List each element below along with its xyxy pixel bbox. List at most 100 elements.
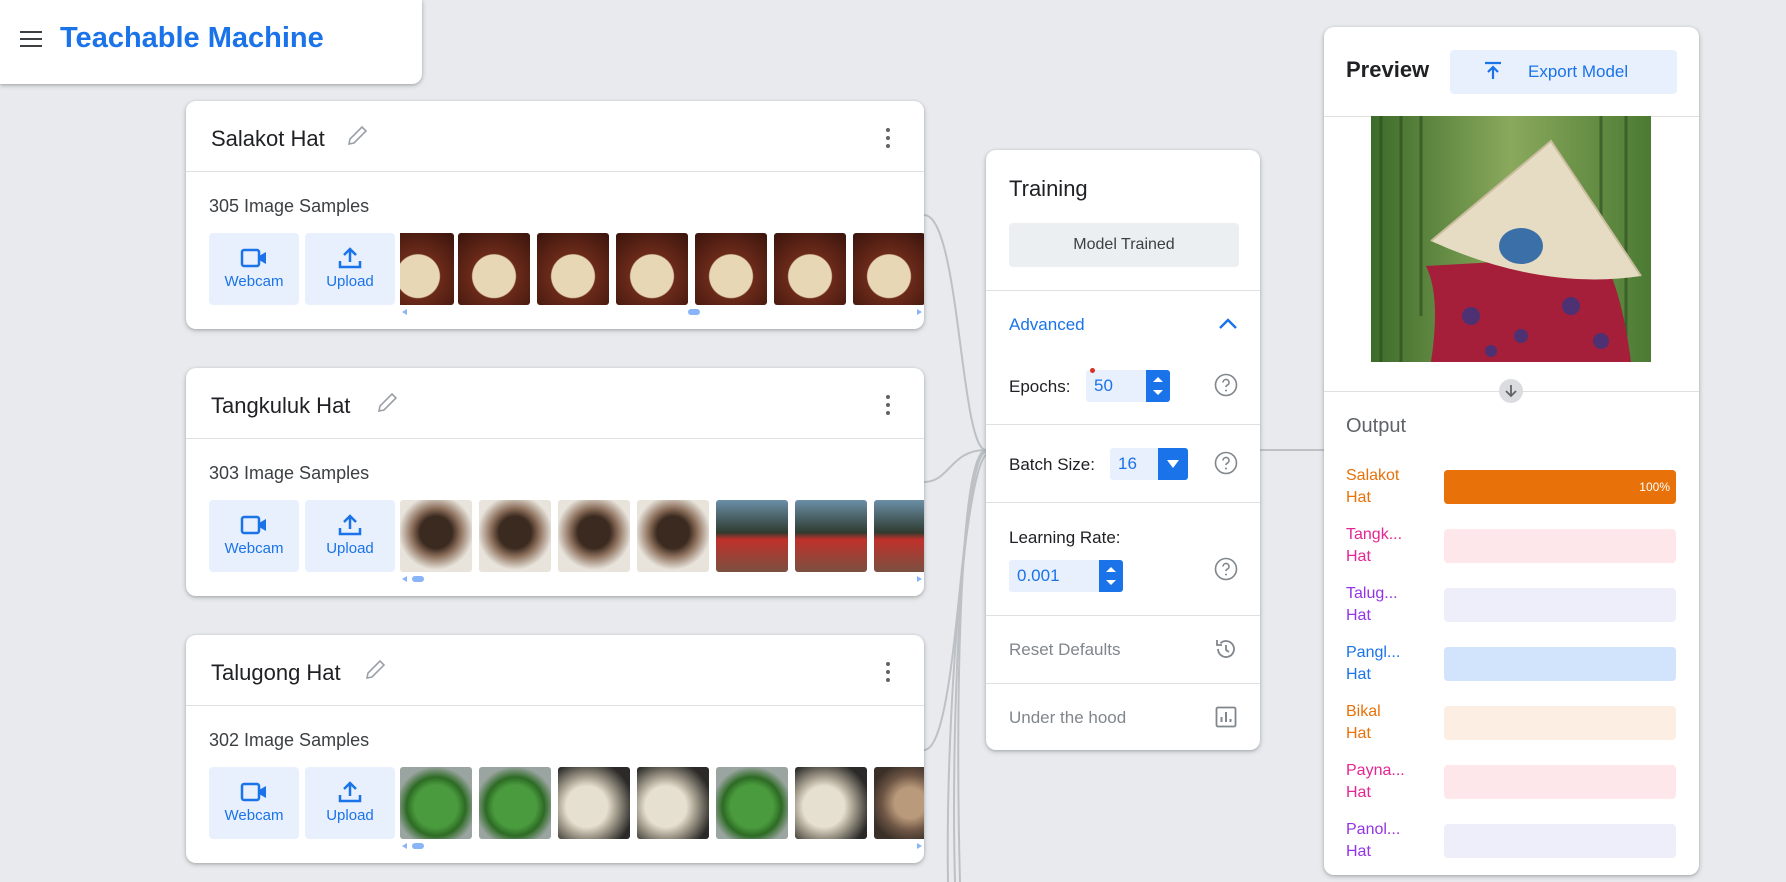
- output-row: Panol... Hat: [1346, 819, 1686, 863]
- sample-thumbnail[interactable]: [874, 500, 924, 572]
- webcam-button[interactable]: Webcam: [209, 767, 299, 839]
- learning-rate-value: 0.001: [1017, 566, 1060, 585]
- sample-thumbnails[interactable]: [400, 233, 924, 305]
- upload-icon: [338, 247, 362, 269]
- training-title: Training: [1009, 176, 1088, 201]
- help-icon[interactable]: [1214, 373, 1238, 397]
- preview-image: [1371, 116, 1651, 362]
- reset-defaults-button[interactable]: Reset Defaults: [1009, 640, 1121, 660]
- advanced-toggle[interactable]: Advanced: [1009, 315, 1085, 335]
- sample-thumbnail[interactable]: [774, 233, 846, 305]
- edit-pencil-icon[interactable]: [346, 123, 370, 147]
- output-row: Pangl... Hat: [1346, 642, 1686, 686]
- help-icon[interactable]: [1214, 451, 1238, 475]
- divider: [986, 424, 1260, 425]
- app-title: Teachable Machine: [60, 22, 324, 54]
- upload-button[interactable]: Upload: [305, 500, 395, 572]
- confidence-bar: [1444, 529, 1676, 563]
- edit-pencil-icon[interactable]: [364, 657, 388, 681]
- sample-thumbnail[interactable]: [400, 500, 472, 572]
- output-row: Tangk... Hat: [1346, 524, 1686, 568]
- thumbnail-scrollbar[interactable]: [402, 308, 922, 316]
- epochs-input[interactable]: 50: [1086, 368, 1170, 402]
- sample-thumbnail[interactable]: [716, 500, 788, 572]
- sample-thumbnail[interactable]: [795, 500, 867, 572]
- train-model-button[interactable]: Model Trained: [1009, 223, 1239, 267]
- sample-thumbnail[interactable]: [853, 233, 924, 305]
- class-card-header: Salakot Hat: [186, 101, 924, 172]
- output-class-name: Payna... Hat: [1346, 762, 1405, 801]
- training-panel: Training Model Trained Advanced Epochs: …: [986, 150, 1260, 750]
- output-class-name: Tangk... Hat: [1346, 526, 1403, 565]
- sample-thumbnail[interactable]: [695, 233, 767, 305]
- more-options-icon[interactable]: [886, 128, 890, 152]
- sample-thumbnail[interactable]: [558, 767, 630, 839]
- learning-rate-stepper[interactable]: [1099, 560, 1123, 592]
- chevron-down-icon[interactable]: [1158, 448, 1188, 480]
- thumbnail-scrollbar[interactable]: [402, 575, 922, 583]
- upload-button[interactable]: Upload: [305, 767, 395, 839]
- chevron-up-icon[interactable]: [1218, 316, 1238, 330]
- confidence-bar: [1444, 824, 1676, 858]
- upload-icon: [338, 514, 362, 536]
- sample-thumbnail[interactable]: [400, 767, 472, 839]
- sample-thumbnail[interactable]: [479, 767, 551, 839]
- sample-thumbnails[interactable]: [400, 767, 924, 839]
- class-name[interactable]: Talugong Hat: [211, 660, 341, 686]
- under-the-hood-button[interactable]: Under the hood: [1009, 708, 1126, 728]
- help-icon[interactable]: [1214, 557, 1238, 581]
- menu-icon[interactable]: [20, 31, 42, 47]
- sample-thumbnail[interactable]: [616, 233, 688, 305]
- export-model-button[interactable]: Export Model: [1450, 50, 1677, 94]
- sample-thumbnail[interactable]: [637, 767, 709, 839]
- export-label: Export Model: [1528, 62, 1629, 81]
- output-class-name: Panol... Hat: [1346, 821, 1401, 860]
- webcam-button[interactable]: Webcam: [209, 500, 299, 572]
- sample-thumbnails[interactable]: [400, 500, 924, 572]
- webcam-icon: [240, 248, 266, 268]
- class-card-salakot: Salakot Hat 305 Image Samples Webcam Upl…: [186, 101, 924, 329]
- webcam-label: Webcam: [224, 540, 284, 557]
- learning-rate-label: Learning Rate:: [1009, 528, 1121, 547]
- sample-count: 305 Image Samples: [209, 196, 370, 216]
- sample-thumbnail[interactable]: [558, 500, 630, 572]
- epochs-stepper[interactable]: [1146, 370, 1170, 402]
- output-title: Output: [1346, 415, 1407, 437]
- sample-thumbnail[interactable]: [537, 233, 609, 305]
- confidence-bar: [1444, 588, 1676, 622]
- thumbnail-scrollbar[interactable]: [402, 842, 922, 850]
- more-options-icon[interactable]: [886, 395, 890, 419]
- history-icon[interactable]: [1214, 637, 1238, 661]
- preview-panel: Preview Export Model Output Salakot Hat 10…: [1324, 27, 1699, 875]
- upload-button[interactable]: Upload: [305, 233, 395, 305]
- sample-count: 303 Image Samples: [209, 463, 370, 483]
- sample-thumbnail[interactable]: [637, 500, 709, 572]
- sample-thumbnail[interactable]: [874, 767, 924, 839]
- confidence-percent: 100%: [1639, 480, 1670, 494]
- output-row: Salakot Hat 100%: [1346, 465, 1686, 509]
- sample-thumbnail[interactable]: [795, 767, 867, 839]
- output-class-name: Pangl... Hat: [1346, 644, 1401, 683]
- sample-thumbnail[interactable]: [458, 233, 530, 305]
- webcam-icon: [240, 782, 266, 802]
- class-card-tangkuluk: Tangkuluk Hat 303 Image Samples Webcam U…: [186, 368, 924, 596]
- webcam-icon: [240, 515, 266, 535]
- batch-size-select[interactable]: 16: [1110, 448, 1188, 480]
- bar-chart-icon[interactable]: [1214, 705, 1238, 729]
- upload-icon: [338, 781, 362, 803]
- edit-pencil-icon[interactable]: [376, 390, 400, 414]
- changed-indicator: [1090, 368, 1095, 373]
- sample-count: 302 Image Samples: [209, 730, 370, 750]
- learning-rate-input[interactable]: 0.001: [1009, 560, 1123, 592]
- more-options-icon[interactable]: [886, 662, 890, 686]
- webcam-label: Webcam: [224, 807, 284, 824]
- class-name[interactable]: Salakot Hat: [211, 126, 325, 152]
- sample-thumbnail[interactable]: [479, 500, 551, 572]
- sample-thumbnail[interactable]: [400, 233, 454, 305]
- webcam-button[interactable]: Webcam: [209, 233, 299, 305]
- epochs-label: Epochs:: [1009, 377, 1071, 396]
- sample-thumbnail[interactable]: [716, 767, 788, 839]
- class-card-header: Talugong Hat: [186, 635, 924, 706]
- confidence-bar: 100%: [1444, 470, 1676, 504]
- class-name[interactable]: Tangkuluk Hat: [211, 393, 350, 419]
